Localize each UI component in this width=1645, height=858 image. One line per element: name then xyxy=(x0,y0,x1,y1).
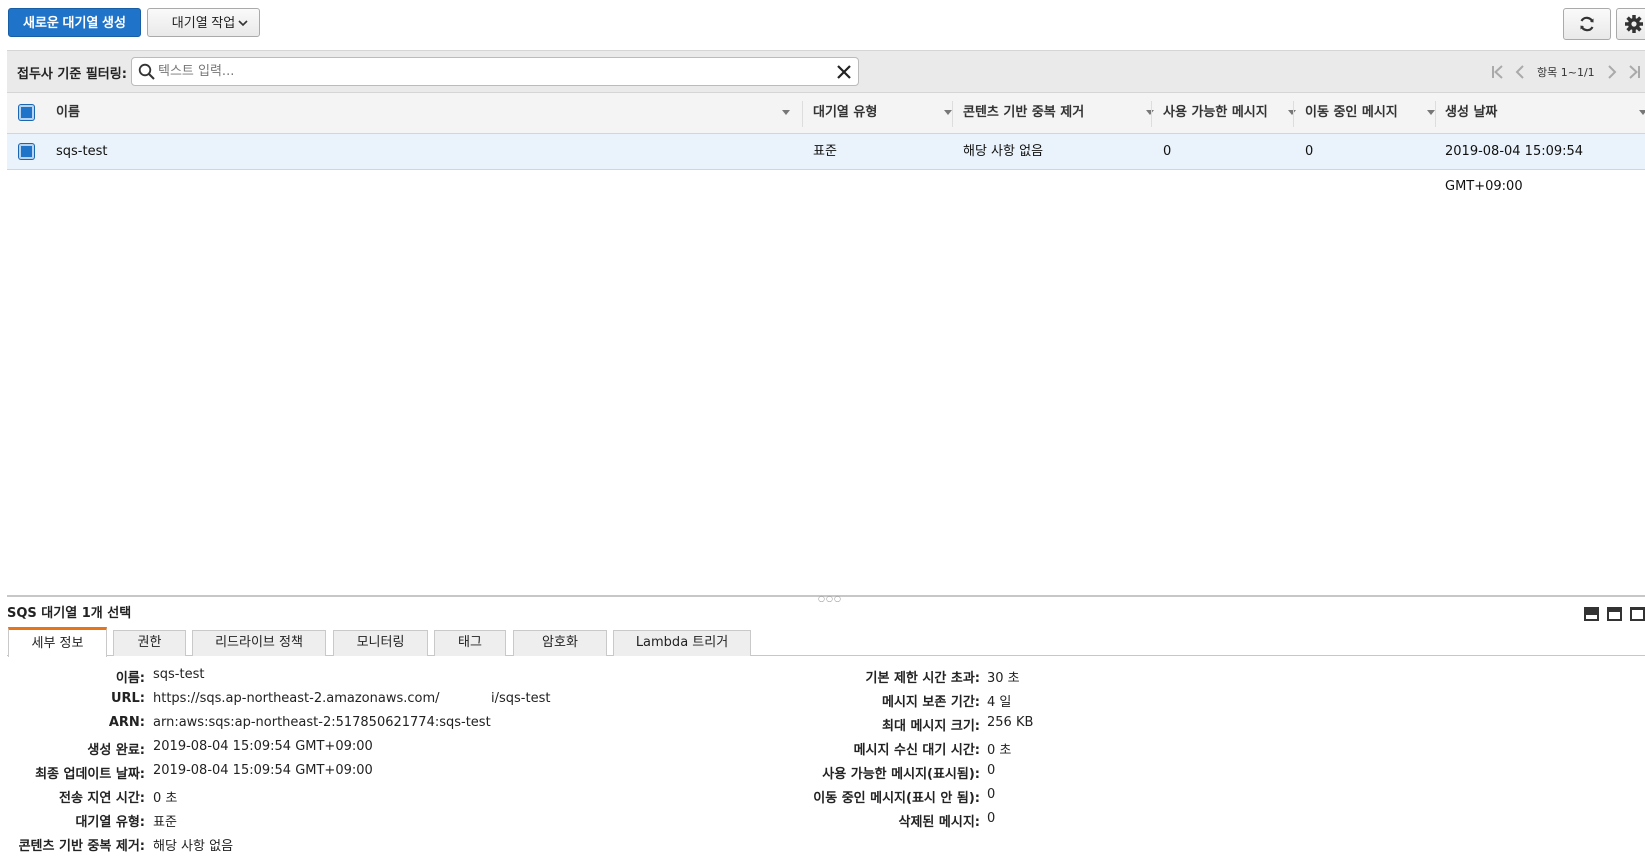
last-page-icon[interactable] xyxy=(1623,65,1645,79)
column-divider[interactable] xyxy=(1293,101,1294,127)
detail-value: arn:aws:sqs:ap-northeast-2:517850621774:… xyxy=(153,715,491,730)
detail-label: ARN: xyxy=(108,715,145,730)
panel-title: SQS 대기열 1개 선택 xyxy=(7,606,132,621)
cell-created: 2019-08-04 15:09:54 GMT+09:00 xyxy=(1445,144,1584,194)
chevron-down-icon xyxy=(238,20,248,27)
column-divider[interactable] xyxy=(802,101,803,127)
refresh-button[interactable] xyxy=(1563,8,1611,40)
tab-tags[interactable]: 태그 xyxy=(434,630,506,656)
queue-actions-label: 대기열 작업 xyxy=(171,15,236,30)
panel-maximize-icon[interactable] xyxy=(1584,607,1599,621)
cell-in-flight: 0 xyxy=(1305,144,1314,159)
sort-arrow-icon xyxy=(1427,110,1435,115)
table-row[interactable]: sqs-test 표준 해당 사항 없음 0 0 2019-08-04 15:0… xyxy=(7,134,1645,194)
detail-label: 콘텐츠 기반 중복 제거: xyxy=(18,839,145,854)
queue-table: 이름 대기열 유형 콘텐츠 기반 중복 제거 사용 가능한 메시지 이동 중인 … xyxy=(7,92,1645,194)
panel-minimize-icon[interactable] xyxy=(1630,607,1645,621)
detail-label: 기본 제한 시간 초과: xyxy=(865,671,980,686)
row-checkbox[interactable] xyxy=(19,144,34,159)
column-header-available[interactable]: 사용 가능한 메시지 xyxy=(1163,93,1296,133)
pagination: 항목 1~1/1 xyxy=(1487,63,1645,81)
detail-value: 0 초 xyxy=(153,791,178,806)
sort-arrow-icon xyxy=(782,110,790,115)
create-queue-button[interactable]: 새로운 대기열 생성 xyxy=(8,8,141,37)
detail-label: 사용 가능한 메시지(표시됨): xyxy=(822,767,980,782)
column-divider[interactable] xyxy=(952,101,953,127)
detail-label: 대기열 유형: xyxy=(75,815,145,830)
detail-value: 0 초 xyxy=(987,743,1012,758)
tab-permissions[interactable]: 권한 xyxy=(113,630,186,656)
tab-lambda-triggers[interactable]: Lambda 트리거 xyxy=(613,630,751,656)
detail-value: https://sqs.ap-northeast-2.amazonaws.com… xyxy=(153,691,440,706)
detail-label: 전송 지연 시간: xyxy=(58,791,145,806)
column-header-dedup[interactable]: 콘텐츠 기반 중복 제거 xyxy=(963,93,1155,133)
search-icon xyxy=(138,63,155,80)
refresh-icon xyxy=(1580,16,1594,32)
column-header-name[interactable]: 이름 xyxy=(56,93,796,133)
select-all-checkbox[interactable] xyxy=(19,105,34,120)
detail-value: sqs-test xyxy=(153,667,205,682)
sort-arrow-icon xyxy=(944,110,952,115)
gear-icon xyxy=(1625,15,1643,33)
filter-label: 접두사 기준 필터링: xyxy=(17,67,127,82)
resize-grip-icon[interactable]: ○○○ xyxy=(818,594,842,603)
sort-arrow-icon xyxy=(1288,110,1296,115)
detail-value: 2019-08-04 15:09:54 GMT+09:00 xyxy=(153,763,373,778)
detail-value: i/sqs-test xyxy=(491,691,551,706)
cell-name: sqs-test xyxy=(56,144,108,159)
sort-arrow-icon xyxy=(1146,110,1154,115)
detail-value: 0 xyxy=(987,763,996,778)
detail-label: 이동 중인 메시지(표시 안 됨): xyxy=(813,791,980,806)
detail-value: 0 xyxy=(987,787,996,802)
prev-page-icon[interactable] xyxy=(1509,65,1531,79)
tab-details[interactable]: 세부 정보 xyxy=(8,627,107,657)
cell-dedup: 해당 사항 없음 xyxy=(963,144,1044,159)
panel-split-icon[interactable] xyxy=(1607,607,1622,621)
column-divider[interactable] xyxy=(1435,101,1436,127)
detail-tabs: 세부 정보 권한 리드라이브 정책 모니터링 태그 암호화 Lambda 트리거 xyxy=(7,627,1645,657)
settings-button[interactable] xyxy=(1616,8,1645,40)
column-header-in-flight[interactable]: 이동 중인 메시지 xyxy=(1305,93,1437,133)
detail-value: 0 xyxy=(987,811,996,826)
top-toolbar: 새로운 대기열 생성 대기열 작업 xyxy=(0,0,1645,46)
detail-label: URL: xyxy=(110,691,145,706)
next-page-icon[interactable] xyxy=(1601,65,1623,79)
tab-encryption[interactable]: 암호화 xyxy=(513,630,607,656)
detail-value: 해당 사항 없음 xyxy=(153,839,234,854)
detail-label: 삭제된 메시지: xyxy=(898,815,981,830)
detail-value: 256 KB xyxy=(987,715,1034,730)
cell-available: 0 xyxy=(1163,144,1172,159)
detail-label: 최종 업데이트 날짜: xyxy=(35,767,145,782)
detail-value: 표준 xyxy=(153,815,177,830)
detail-value: 30 초 xyxy=(987,671,1020,686)
detail-label: 생성 완료: xyxy=(87,743,145,758)
tab-monitoring[interactable]: 모니터링 xyxy=(333,630,428,656)
queue-actions-dropdown[interactable]: 대기열 작업 xyxy=(147,8,260,37)
detail-label: 최대 메시지 크기: xyxy=(882,719,980,734)
filter-bar: 접두사 기준 필터링: 항목 1~1/1 xyxy=(7,50,1645,92)
cell-type: 표준 xyxy=(813,144,837,159)
first-page-icon[interactable] xyxy=(1487,65,1509,79)
detail-value: 4 일 xyxy=(987,695,1012,710)
detail-label: 이름: xyxy=(115,671,145,686)
column-header-type[interactable]: 대기열 유형 xyxy=(813,93,956,133)
detail-value: 2019-08-04 15:09:54 GMT+09:00 xyxy=(153,739,373,754)
detail-label: 메시지 보존 기간: xyxy=(882,695,980,710)
filter-input-box[interactable] xyxy=(131,57,859,86)
close-icon[interactable] xyxy=(836,64,852,80)
filter-input[interactable] xyxy=(158,61,818,82)
column-divider[interactable] xyxy=(1151,101,1152,127)
column-header-created[interactable]: 생성 날짜 xyxy=(1445,93,1645,133)
pager-text: 항목 1~1/1 xyxy=(1537,66,1595,79)
detail-label: 메시지 수신 대기 시간: xyxy=(853,743,980,758)
tab-redrive-policy[interactable]: 리드라이브 정책 xyxy=(192,630,326,656)
sort-arrow-icon xyxy=(1639,110,1645,115)
table-header: 이름 대기열 유형 콘텐츠 기반 중복 제거 사용 가능한 메시지 이동 중인 … xyxy=(7,92,1645,134)
